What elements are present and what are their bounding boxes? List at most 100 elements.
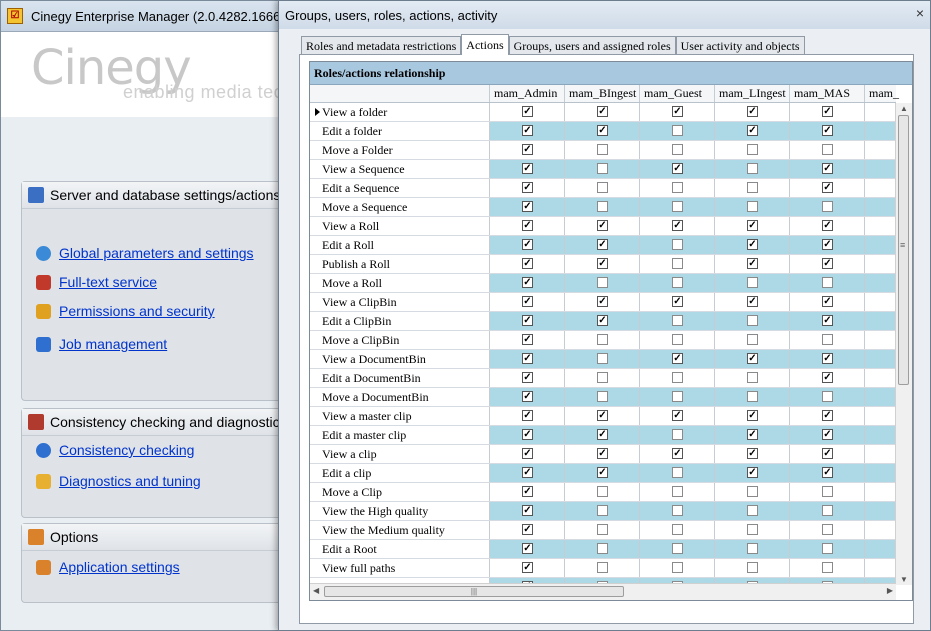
tab-actions[interactable]: Actions bbox=[461, 34, 509, 55]
consistency-checking-link[interactable]: Consistency checking bbox=[36, 442, 194, 458]
unchecked-checkbox[interactable] bbox=[822, 505, 833, 516]
unchecked-checkbox[interactable] bbox=[747, 486, 758, 497]
checked-checkbox[interactable]: ✓ bbox=[672, 353, 683, 364]
unchecked-checkbox[interactable] bbox=[597, 486, 608, 497]
checked-checkbox[interactable]: ✓ bbox=[597, 448, 608, 459]
unchecked-checkbox[interactable] bbox=[672, 258, 683, 269]
checked-checkbox[interactable]: ✓ bbox=[522, 258, 533, 269]
checked-checkbox[interactable]: ✓ bbox=[597, 429, 608, 440]
action-row[interactable]: Edit a Sequence ✓ ✓ bbox=[310, 179, 896, 198]
scroll-right-arrow[interactable]: ▶ bbox=[887, 586, 893, 595]
vertical-scroll-thumb[interactable]: ≡ bbox=[898, 115, 909, 385]
checked-checkbox[interactable]: ✓ bbox=[522, 182, 533, 193]
action-row[interactable]: View a folder ✓ ✓ ✓ ✓ ✓ bbox=[310, 103, 896, 122]
unchecked-checkbox[interactable] bbox=[597, 372, 608, 383]
checked-checkbox[interactable]: ✓ bbox=[822, 106, 833, 117]
role-column-header[interactable]: mam_Admin bbox=[490, 85, 565, 102]
checked-checkbox[interactable]: ✓ bbox=[522, 125, 533, 136]
checked-checkbox[interactable]: ✓ bbox=[522, 410, 533, 421]
checked-checkbox[interactable]: ✓ bbox=[522, 353, 533, 364]
action-row[interactable]: Edit a DocumentBin ✓ ✓ bbox=[310, 369, 896, 388]
checked-checkbox[interactable]: ✓ bbox=[597, 258, 608, 269]
scroll-down-arrow[interactable]: ▼ bbox=[900, 575, 908, 584]
checked-checkbox[interactable]: ✓ bbox=[747, 429, 758, 440]
link-label[interactable]: Consistency checking bbox=[59, 442, 194, 458]
unchecked-checkbox[interactable] bbox=[747, 543, 758, 554]
unchecked-checkbox[interactable] bbox=[597, 144, 608, 155]
checked-checkbox[interactable]: ✓ bbox=[522, 144, 533, 155]
checked-checkbox[interactable]: ✓ bbox=[747, 258, 758, 269]
checked-checkbox[interactable]: ✓ bbox=[522, 448, 533, 459]
checked-checkbox[interactable]: ✓ bbox=[747, 410, 758, 421]
action-row[interactable]: Edit a clip ✓ ✓ ✓ ✓ bbox=[310, 464, 896, 483]
checked-checkbox[interactable]: ✓ bbox=[672, 220, 683, 231]
checked-checkbox[interactable]: ✓ bbox=[747, 296, 758, 307]
unchecked-checkbox[interactable] bbox=[597, 201, 608, 212]
diagnostics-tuning-link[interactable]: Diagnostics and tuning bbox=[36, 473, 201, 489]
unchecked-checkbox[interactable] bbox=[672, 277, 683, 288]
link-label[interactable]: Application settings bbox=[59, 559, 180, 575]
action-row[interactable]: Edit a ClipBin ✓ ✓ ✓ bbox=[310, 312, 896, 331]
unchecked-checkbox[interactable] bbox=[597, 391, 608, 402]
unchecked-checkbox[interactable] bbox=[672, 334, 683, 345]
application-settings-link[interactable]: Application settings bbox=[36, 559, 180, 575]
unchecked-checkbox[interactable] bbox=[822, 391, 833, 402]
checked-checkbox[interactable]: ✓ bbox=[522, 334, 533, 345]
action-row[interactable]: View full paths ✓ bbox=[310, 559, 896, 578]
checked-checkbox[interactable]: ✓ bbox=[522, 163, 533, 174]
tab-roles-metadata[interactable]: Roles and metadata restrictions bbox=[301, 36, 462, 55]
checked-checkbox[interactable]: ✓ bbox=[672, 106, 683, 117]
unchecked-checkbox[interactable] bbox=[672, 239, 683, 250]
action-row[interactable]: View a Roll ✓ ✓ ✓ ✓ ✓ bbox=[310, 217, 896, 236]
action-row[interactable]: Edit a folder ✓ ✓ ✓ ✓ bbox=[310, 122, 896, 141]
checked-checkbox[interactable]: ✓ bbox=[822, 467, 833, 478]
unchecked-checkbox[interactable] bbox=[822, 486, 833, 497]
checked-checkbox[interactable]: ✓ bbox=[522, 543, 533, 554]
unchecked-checkbox[interactable] bbox=[672, 125, 683, 136]
unchecked-checkbox[interactable] bbox=[597, 524, 608, 535]
checked-checkbox[interactable]: ✓ bbox=[747, 106, 758, 117]
checked-checkbox[interactable]: ✓ bbox=[822, 372, 833, 383]
unchecked-checkbox[interactable] bbox=[597, 353, 608, 364]
checked-checkbox[interactable]: ✓ bbox=[597, 467, 608, 478]
role-column-header[interactable]: mam_Guest bbox=[640, 85, 715, 102]
unchecked-checkbox[interactable] bbox=[747, 524, 758, 535]
global-parameters-link[interactable]: Global parameters and settings bbox=[36, 245, 254, 261]
checked-checkbox[interactable]: ✓ bbox=[597, 239, 608, 250]
checked-checkbox[interactable]: ✓ bbox=[522, 315, 533, 326]
unchecked-checkbox[interactable] bbox=[672, 524, 683, 535]
checked-checkbox[interactable]: ✓ bbox=[672, 296, 683, 307]
checked-checkbox[interactable]: ✓ bbox=[747, 467, 758, 478]
action-row[interactable]: Move a Sequence ✓ bbox=[310, 198, 896, 217]
checked-checkbox[interactable]: ✓ bbox=[522, 391, 533, 402]
checked-checkbox[interactable]: ✓ bbox=[522, 429, 533, 440]
unchecked-checkbox[interactable] bbox=[822, 144, 833, 155]
scroll-up-arrow[interactable]: ▲ bbox=[900, 104, 908, 113]
unchecked-checkbox[interactable] bbox=[672, 543, 683, 554]
unchecked-checkbox[interactable] bbox=[672, 391, 683, 402]
checked-checkbox[interactable]: ✓ bbox=[522, 524, 533, 535]
checked-checkbox[interactable]: ✓ bbox=[672, 163, 683, 174]
link-label[interactable]: Diagnostics and tuning bbox=[59, 473, 201, 489]
unchecked-checkbox[interactable] bbox=[822, 334, 833, 345]
unchecked-checkbox[interactable] bbox=[747, 277, 758, 288]
checked-checkbox[interactable]: ✓ bbox=[822, 410, 833, 421]
unchecked-checkbox[interactable] bbox=[597, 505, 608, 516]
unchecked-checkbox[interactable] bbox=[597, 163, 608, 174]
unchecked-checkbox[interactable] bbox=[672, 562, 683, 573]
action-row[interactable]: Edit a master clip ✓ ✓ ✓ ✓ bbox=[310, 426, 896, 445]
close-button[interactable]: × bbox=[913, 6, 927, 21]
checked-checkbox[interactable]: ✓ bbox=[672, 410, 683, 421]
checked-checkbox[interactable]: ✓ bbox=[822, 315, 833, 326]
unchecked-checkbox[interactable] bbox=[597, 182, 608, 193]
checked-checkbox[interactable]: ✓ bbox=[822, 182, 833, 193]
action-row[interactable]: View the High quality ✓ bbox=[310, 502, 896, 521]
role-column-header[interactable]: mam_LIngest bbox=[715, 85, 790, 102]
unchecked-checkbox[interactable] bbox=[672, 486, 683, 497]
action-row[interactable]: Move a Folder ✓ bbox=[310, 141, 896, 160]
checked-checkbox[interactable]: ✓ bbox=[522, 201, 533, 212]
checked-checkbox[interactable]: ✓ bbox=[747, 448, 758, 459]
action-row[interactable]: View a master clip ✓ ✓ ✓ ✓ ✓ bbox=[310, 407, 896, 426]
checked-checkbox[interactable]: ✓ bbox=[597, 125, 608, 136]
unchecked-checkbox[interactable] bbox=[597, 543, 608, 554]
